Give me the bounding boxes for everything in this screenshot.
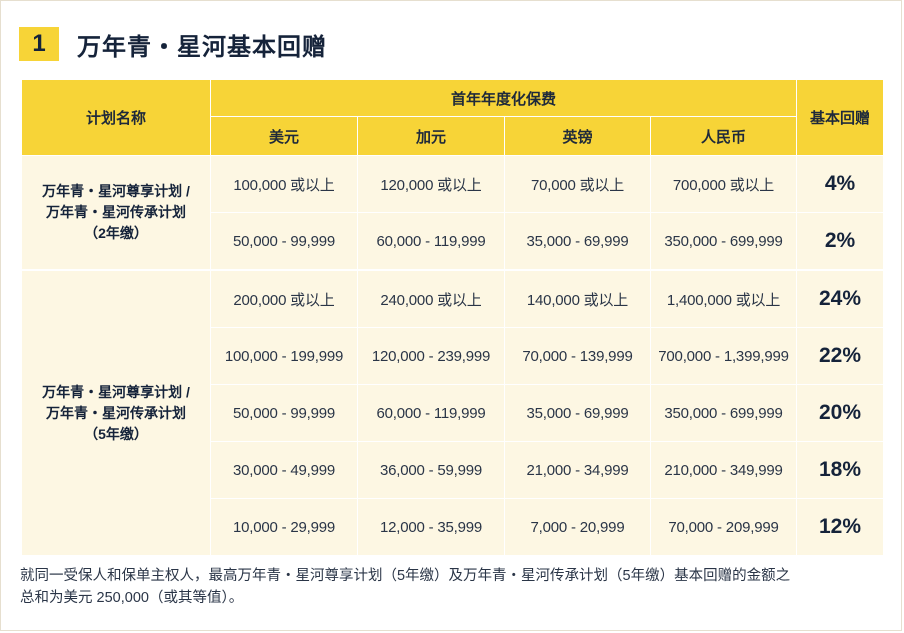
rebate-cell: 20% <box>796 384 885 442</box>
rebate-cell: 22% <box>796 327 885 385</box>
rebate-cell: 2% <box>796 212 885 271</box>
gbp-cell: 35,000 - 69,999 <box>504 212 651 271</box>
rmb-cell: 350,000 - 699,999 <box>649 384 798 442</box>
gbp-cell: 7,000 - 20,999 <box>504 498 651 556</box>
section-title: 万年青・星河基本回赠 <box>77 33 327 61</box>
header-plan-name: 计划名称 <box>21 79 211 156</box>
footnote-line: 总和为美元 250,000（或其等值）。 <box>20 590 244 606</box>
gbp-cell: 70,000 或以上 <box>504 155 651 213</box>
table-row: 万年青・星河尊享计划 / 万年青・星河传承计划 （2年缴） 100,000 或以… <box>21 155 885 271</box>
footnote: 就同一受保人和保单主权人，最高万年青・星河尊享计划（5年缴）及万年青・星河传承计… <box>20 565 886 609</box>
rebate-cell: 18% <box>796 441 885 499</box>
rmb-cell: 1,400,000 或以上 <box>649 269 798 328</box>
rebate-cell: 24% <box>796 269 885 328</box>
rmb-cell: 700,000 或以上 <box>649 155 798 213</box>
plan-name-line: 万年青・星河传承计划 <box>46 204 186 220</box>
plan-name-line: 万年青・星河尊享计划 / <box>42 383 190 400</box>
usd-cell: 50,000 - 99,999 <box>210 212 358 271</box>
footnote-line: 就同一受保人和保单主权人，最高万年青・星河尊享计划（5年缴）及万年青・星河传承计… <box>20 568 791 584</box>
section-number: 1 <box>19 27 59 61</box>
usd-cell: 200,000 或以上 <box>210 269 358 328</box>
plan-name-line: 万年青・星河尊享计划 / <box>42 183 190 199</box>
plan-name-line: （2年缴） <box>84 225 148 241</box>
plan-name-cell: 万年青・星河尊享计划 / 万年青・星河传承计划 （5年缴） <box>21 269 211 556</box>
cad-cell: 240,000 或以上 <box>357 269 505 328</box>
gbp-cell: 140,000 或以上 <box>504 269 651 328</box>
rmb-cell: 700,000 - 1,399,999 <box>649 327 798 385</box>
plan-name-cell: 万年青・星河尊享计划 / 万年青・星河传承计划 （2年缴） <box>21 155 211 271</box>
cad-cell: 12,000 - 35,999 <box>357 498 505 556</box>
cad-cell: 120,000 或以上 <box>357 155 505 213</box>
cad-cell: 60,000 - 119,999 <box>357 384 505 442</box>
header-currency-gbp: 英镑 <box>504 116 651 156</box>
rebate-table: 计划名称 首年年度化保费 基本回赠 美元 加元 英镑 人民币 万年青・星河尊享计… <box>21 79 885 556</box>
rebate-cell: 4% <box>796 155 885 213</box>
rmb-cell: 70,000 - 209,999 <box>649 498 798 556</box>
table-row: 万年青・星河尊享计划 / 万年青・星河传承计划 （5年缴） 200,000 或以… <box>21 269 885 556</box>
rmb-cell: 350,000 - 699,999 <box>649 212 798 271</box>
usd-cell: 50,000 - 99,999 <box>210 384 358 442</box>
rebate-cell: 12% <box>796 498 885 556</box>
header-currency-rmb: 人民币 <box>649 116 798 156</box>
gbp-cell: 21,000 - 34,999 <box>504 441 651 499</box>
gbp-cell: 35,000 - 69,999 <box>504 384 651 442</box>
rmb-cell: 210,000 - 349,999 <box>649 441 798 499</box>
cad-cell: 120,000 - 239,999 <box>357 327 505 385</box>
cad-cell: 60,000 - 119,999 <box>357 212 505 271</box>
plan-name-line: 万年青・星河传承计划 <box>46 404 186 421</box>
section-header: 1 万年青・星河基本回赠 <box>19 26 327 62</box>
header-premium-group: 首年年度化保费 <box>209 79 798 117</box>
header-currency-cad: 加元 <box>357 116 505 156</box>
usd-cell: 100,000 - 199,999 <box>210 327 358 385</box>
plan-name-line: （5年缴） <box>84 425 148 442</box>
usd-cell: 30,000 - 49,999 <box>210 441 358 499</box>
header-currency-usd: 美元 <box>210 116 358 156</box>
usd-cell: 100,000 或以上 <box>210 155 358 213</box>
header-rebate: 基本回赠 <box>796 79 885 156</box>
cad-cell: 36,000 - 59,999 <box>357 441 505 499</box>
usd-cell: 10,000 - 29,999 <box>210 498 358 556</box>
gbp-cell: 70,000 - 139,999 <box>504 327 651 385</box>
